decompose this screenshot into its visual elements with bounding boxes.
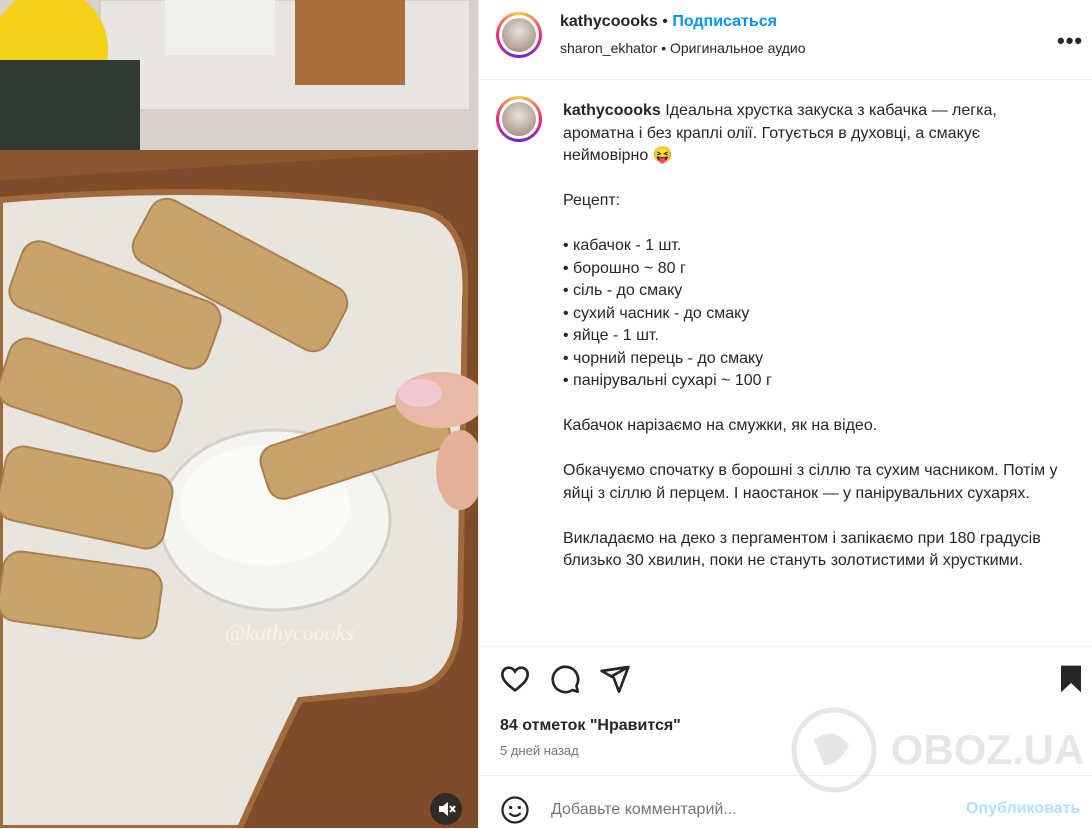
muted-speaker-icon bbox=[439, 802, 456, 816]
post-header: kathycoooks • Подписаться sharon_ekhator… bbox=[479, 0, 1092, 80]
publish-button[interactable]: Опубликовать bbox=[966, 800, 1080, 818]
share-icon[interactable] bbox=[599, 663, 631, 695]
comment-input[interactable] bbox=[549, 800, 943, 820]
author-avatar[interactable] bbox=[496, 12, 542, 58]
follow-button[interactable]: Подписаться bbox=[672, 13, 777, 30]
caption-username[interactable]: kathycoooks bbox=[563, 102, 661, 119]
caption-avatar[interactable] bbox=[496, 96, 542, 142]
mute-button[interactable] bbox=[430, 793, 462, 825]
post-panel: kathycoooks • Подписаться sharon_ekhator… bbox=[478, 0, 1092, 828]
post-video[interactable]: @kathycoooks bbox=[0, 0, 478, 828]
caption-text: kathycoooks Ідеальна хрустка закуска з к… bbox=[563, 100, 1068, 573]
comment-icon[interactable] bbox=[549, 663, 581, 695]
food-photo: @kathycoooks bbox=[0, 0, 478, 828]
site-watermark: OBOZ.UA bbox=[789, 705, 1089, 795]
audio-author[interactable]: sharon_ekhator bbox=[560, 40, 657, 56]
author-username[interactable]: kathycoooks bbox=[560, 13, 658, 30]
likes-count[interactable]: 84 отметок "Нравится" bbox=[500, 717, 681, 735]
caption-body: Ідеальна хрустка закуска з кабачка — лег… bbox=[563, 102, 1058, 569]
video-watermark: @kathycoooks bbox=[225, 620, 354, 645]
post-date[interactable]: 5 дней назад bbox=[500, 743, 579, 758]
audio-label[interactable]: Оригинальное аудио bbox=[670, 40, 806, 56]
globe-logo-icon bbox=[791, 707, 877, 793]
more-options-icon[interactable]: ••• bbox=[1057, 28, 1083, 54]
caption-area: kathycoooks Ідеальна хрустка закуска з к… bbox=[479, 80, 1092, 646]
emoji-icon[interactable] bbox=[500, 795, 530, 825]
bookmark-icon[interactable] bbox=[1055, 663, 1087, 695]
heart-icon[interactable] bbox=[499, 663, 531, 695]
